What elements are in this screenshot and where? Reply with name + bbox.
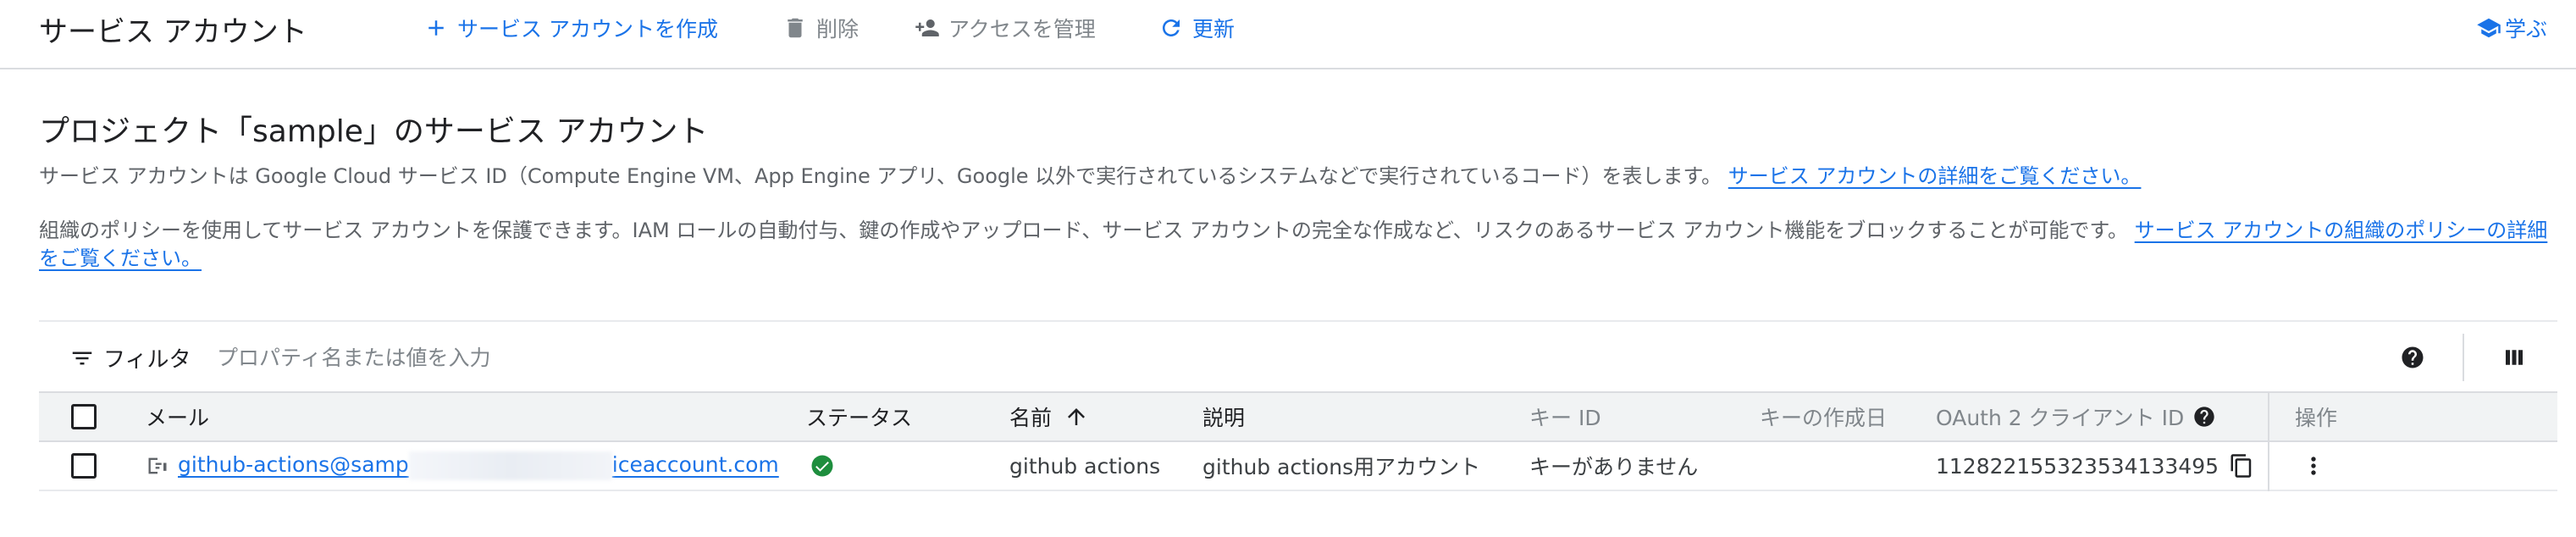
row-checkbox[interactable] <box>71 453 97 479</box>
refresh-button[interactable]: 更新 <box>1158 12 1235 44</box>
select-all-checkbox[interactable] <box>71 404 97 429</box>
refresh-icon <box>1163 19 1180 36</box>
oauth-client-id-value: 112822155323534133495 <box>1936 453 2219 479</box>
manage-access-label: アクセスを管理 <box>948 17 1096 42</box>
check-circle-icon <box>811 455 833 477</box>
manage-access-button[interactable]: アクセスを管理 <box>915 12 1096 44</box>
column-header-oauth-client-id[interactable]: OAuth 2 クライアント ID <box>1936 393 2216 440</box>
oauth-client-id-cell: 112822155323534133495 <box>1936 442 2254 490</box>
column-header-email[interactable]: メール <box>146 393 209 440</box>
toolbar-divider <box>2463 334 2464 381</box>
status-cell <box>810 442 835 490</box>
org-policy-paragraph: 組織のポリシーを使用してサービス アカウントを保護できます。IAM ロールの自動… <box>39 217 2562 273</box>
delete-button[interactable]: 削除 <box>782 12 859 44</box>
add-icon <box>428 20 444 36</box>
table-row: github-actions@samp iceaccount.com github… <box>39 442 2557 491</box>
column-header-status[interactable]: ステータス <box>806 393 912 440</box>
page-title: サービス アカウント <box>39 15 307 49</box>
help-icon[interactable] <box>2192 405 2216 429</box>
learn-label: 学ぶ <box>2505 17 2548 42</box>
copy-icon[interactable] <box>2229 453 2254 479</box>
email-end: iceaccount.com <box>611 452 779 477</box>
column-header-oauth-label: OAuth 2 クライアント ID <box>1936 406 2185 430</box>
person-add-icon <box>915 19 939 36</box>
description-text: サービス アカウントは Google Cloud サービス ID（Compute… <box>39 164 1722 188</box>
filter-input[interactable] <box>217 340 1487 374</box>
filter-button[interactable]: フィルタ <box>69 342 191 374</box>
service-account-details-link[interactable]: サービス アカウントの詳細をご覧ください。 <box>1728 164 2142 188</box>
filter-bar: フィルタ <box>39 320 2557 391</box>
actions-column-divider <box>2268 391 2269 491</box>
service-account-email-link[interactable]: github-actions@samp iceaccount.com <box>178 451 779 480</box>
columns-icon[interactable] <box>2501 345 2527 370</box>
actions-cell <box>2300 442 2327 490</box>
description-paragraph: サービス アカウントは Google Cloud サービス ID（Compute… <box>39 163 2141 191</box>
filter-icon <box>72 352 92 364</box>
help-icon[interactable] <box>2400 345 2425 370</box>
service-account-icon <box>148 457 167 474</box>
top-toolbar: サービス アカウント サービス アカウントを作成 削除 アクセスを管理 更新 学… <box>0 0 2576 69</box>
more-vert-icon[interactable] <box>2300 452 2327 479</box>
delete-label: 削除 <box>816 17 860 42</box>
description-cell: github actions用アカウント <box>1202 455 1481 479</box>
email-cell: github-actions@samp iceaccount.com <box>146 442 779 490</box>
column-header-name-label: 名前 <box>1009 406 1053 430</box>
create-service-account-button[interactable]: サービス アカウントを作成 <box>423 12 718 44</box>
column-header-description[interactable]: 説明 <box>1202 393 1245 440</box>
column-header-name[interactable]: 名前 <box>1009 393 1089 440</box>
row-select-cell <box>71 442 97 490</box>
org-policy-text: 組織のポリシーを使用してサービス アカウントを保護できます。IAM ロールの自動… <box>39 219 2129 242</box>
service-accounts-table: メール ステータス 名前 説明 キー ID キーの作成日 OAuth 2 クライ… <box>39 391 2557 491</box>
arrow-up-icon <box>1068 408 1086 425</box>
table-header: メール ステータス 名前 説明 キー ID キーの作成日 OAuth 2 クライ… <box>39 391 2557 442</box>
column-header-key-id[interactable]: キー ID <box>1529 393 1601 440</box>
column-header-key-created[interactable]: キーの作成日 <box>1760 393 1887 440</box>
refresh-label: 更新 <box>1192 17 1235 42</box>
redacted-region <box>408 451 612 480</box>
email-start: github-actions@samp <box>178 452 409 477</box>
select-all-cell <box>71 393 97 440</box>
trash-icon <box>788 18 803 38</box>
section-heading: プロジェクト「sample」のサービス アカウント <box>39 114 709 149</box>
school-icon <box>2477 18 2501 38</box>
column-header-actions: 操作 <box>2295 406 2338 430</box>
learn-button[interactable]: 学ぶ <box>2476 12 2547 44</box>
name-cell: github actions <box>1009 453 1161 479</box>
key-id-cell: キーがありません <box>1529 455 1699 479</box>
create-service-account-label: サービス アカウントを作成 <box>457 17 718 42</box>
filter-label: フィルタ <box>103 347 191 373</box>
